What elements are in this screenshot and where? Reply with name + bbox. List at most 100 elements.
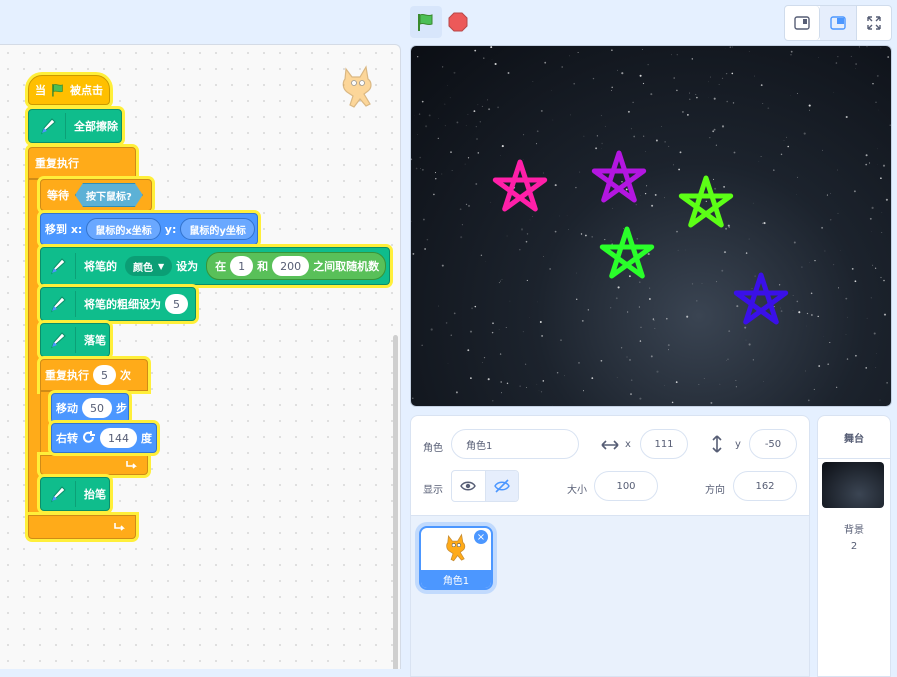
set-pen-color-block[interactable]: 将笔的 颜色▼ 设为 在 1 和 200 之间取随机数 [40,247,390,285]
pen-down-label: 落笔 [84,332,106,348]
show-button[interactable] [452,471,486,501]
sprite-info-panel: 角色 角色1 x 111 y -50 显示 大小 100 方向 162 [410,415,810,517]
normal-stage-icon [830,15,846,31]
repeat-block[interactable]: 重复执行 5 次 [40,359,148,391]
clicked-label: 被点击 [70,82,103,98]
repeat-count-input[interactable]: 5 [93,365,116,385]
sprite-list: × 角色1 [410,515,810,677]
direction-label: 方向 [705,481,725,496]
move-steps-block[interactable]: 移动 50 步 [51,393,129,423]
chevron-down-icon: ▼ [158,262,164,271]
random-and-label: 和 [257,258,268,274]
when-flag-clicked-block[interactable]: 当 被点击 [28,75,110,105]
pen-size-input[interactable]: 5 [165,294,188,314]
move-label: 移动 [56,400,78,416]
clear-label: 全部擦除 [74,118,118,134]
forever-block[interactable]: 重复执行 [28,147,136,179]
backdrops-count: 2 [818,541,890,552]
x-label: x [625,439,631,450]
stage-target-panel[interactable]: 舞台 背景 2 [817,415,891,677]
visibility-toggle [451,470,519,502]
pen-up-block[interactable]: 抬笔 [40,477,110,511]
rotate-right-icon [82,431,96,445]
random-in-label: 在 [215,258,226,274]
when-label: 当 [35,82,46,98]
repeat-times-label: 次 [120,367,131,383]
small-stage-button[interactable] [785,6,820,40]
stage[interactable] [410,45,892,407]
turn-right-block[interactable]: 右转 144 度 [51,423,157,453]
forever-bottom [28,515,136,539]
sprite-name-field[interactable]: 角色1 [451,429,579,459]
random-suffix-label: 之间取随机数 [313,258,379,274]
sprite-delete-button[interactable]: × [474,530,488,544]
fullscreen-button[interactable] [857,6,891,40]
wait-until-block[interactable]: 等待 按下鼠标? [40,179,152,211]
code-scrollbar[interactable] [393,335,398,669]
random-to-input[interactable]: 200 [272,256,309,276]
pen-star [495,162,544,209]
sprite-tile[interactable]: × 角色1 [419,526,493,590]
y-label: y [735,439,741,450]
eye-hidden-icon [494,479,510,493]
pen-icon [45,253,76,279]
sprite-watermark-icon [334,63,378,115]
pen-up-label: 抬笔 [84,486,106,502]
pen-param-dropdown[interactable]: 颜色▼ [125,256,172,276]
pen-star [602,229,651,276]
backdrop-thumbnail[interactable] [822,462,884,508]
direction-field[interactable]: 162 [733,471,797,501]
set-pen-size-block[interactable]: 将笔的粗细设为 5 [40,287,196,321]
pen-icon [45,327,76,353]
loop-arrow-icon [113,521,127,533]
pen-star [594,153,643,200]
pen-drawing-layer [411,46,891,406]
pen-star [736,275,785,322]
mouse-y-reporter[interactable]: 鼠标的y坐标 [180,218,255,240]
mouse-down-reporter[interactable]: 按下鼠标? [75,183,143,207]
fullscreen-icon [866,15,882,31]
stop-icon [447,11,469,33]
pen-icon [45,481,76,507]
move-unit-label: 步 [116,400,127,416]
cat-sprite-icon [439,532,471,566]
forever-label: 重复执行 [35,155,79,171]
loop-arrow-icon [125,459,139,471]
green-flag-icon [50,82,66,98]
x-arrows-icon [601,439,619,451]
turn-label: 右转 [56,430,78,446]
repeat-label: 重复执行 [45,367,89,383]
green-flag-button[interactable] [410,6,442,38]
sprite-name-label: 角色 [423,439,443,454]
random-reporter[interactable]: 在 1 和 200 之间取随机数 [206,252,386,280]
pen-down-block[interactable]: 落笔 [40,323,110,357]
stop-button[interactable] [442,6,474,38]
normal-stage-button[interactable] [820,6,857,40]
set-size-label: 将笔的粗细设为 [84,296,161,312]
view-toggle [784,5,892,41]
set-color-prefix: 将笔的 [84,258,117,274]
pen-clear-block[interactable]: 全部擦除 [28,109,122,143]
repeat-bottom [40,455,148,475]
turn-degrees-input[interactable]: 144 [100,428,137,448]
size-field[interactable]: 100 [594,471,658,501]
code-area[interactable]: 当 被点击 全部擦除 重复执行 等待 按下鼠标? 移到 x: 鼠标的x坐标 y:… [0,44,401,669]
green-flag-icon [415,11,437,33]
y-arrows-icon [711,435,723,453]
x-position-field[interactable]: 111 [640,429,688,459]
y-position-field[interactable]: -50 [749,429,797,459]
stage-panel-title: 舞台 [818,416,890,459]
turn-unit-label: 度 [141,430,152,446]
goto-x-label: 移到 x: [45,221,82,237]
goto-y-label: y: [165,223,177,236]
wait-label: 等待 [47,187,69,203]
random-from-input[interactable]: 1 [230,256,253,276]
pen-star [681,178,730,225]
move-steps-input[interactable]: 50 [82,398,112,418]
hide-button[interactable] [486,471,519,501]
small-stage-icon [794,15,810,31]
pen-icon [35,113,66,139]
goto-xy-block[interactable]: 移到 x: 鼠标的x坐标 y: 鼠标的y坐标 [40,213,258,245]
mouse-x-reporter[interactable]: 鼠标的x坐标 [86,218,160,240]
close-icon: × [477,532,485,543]
